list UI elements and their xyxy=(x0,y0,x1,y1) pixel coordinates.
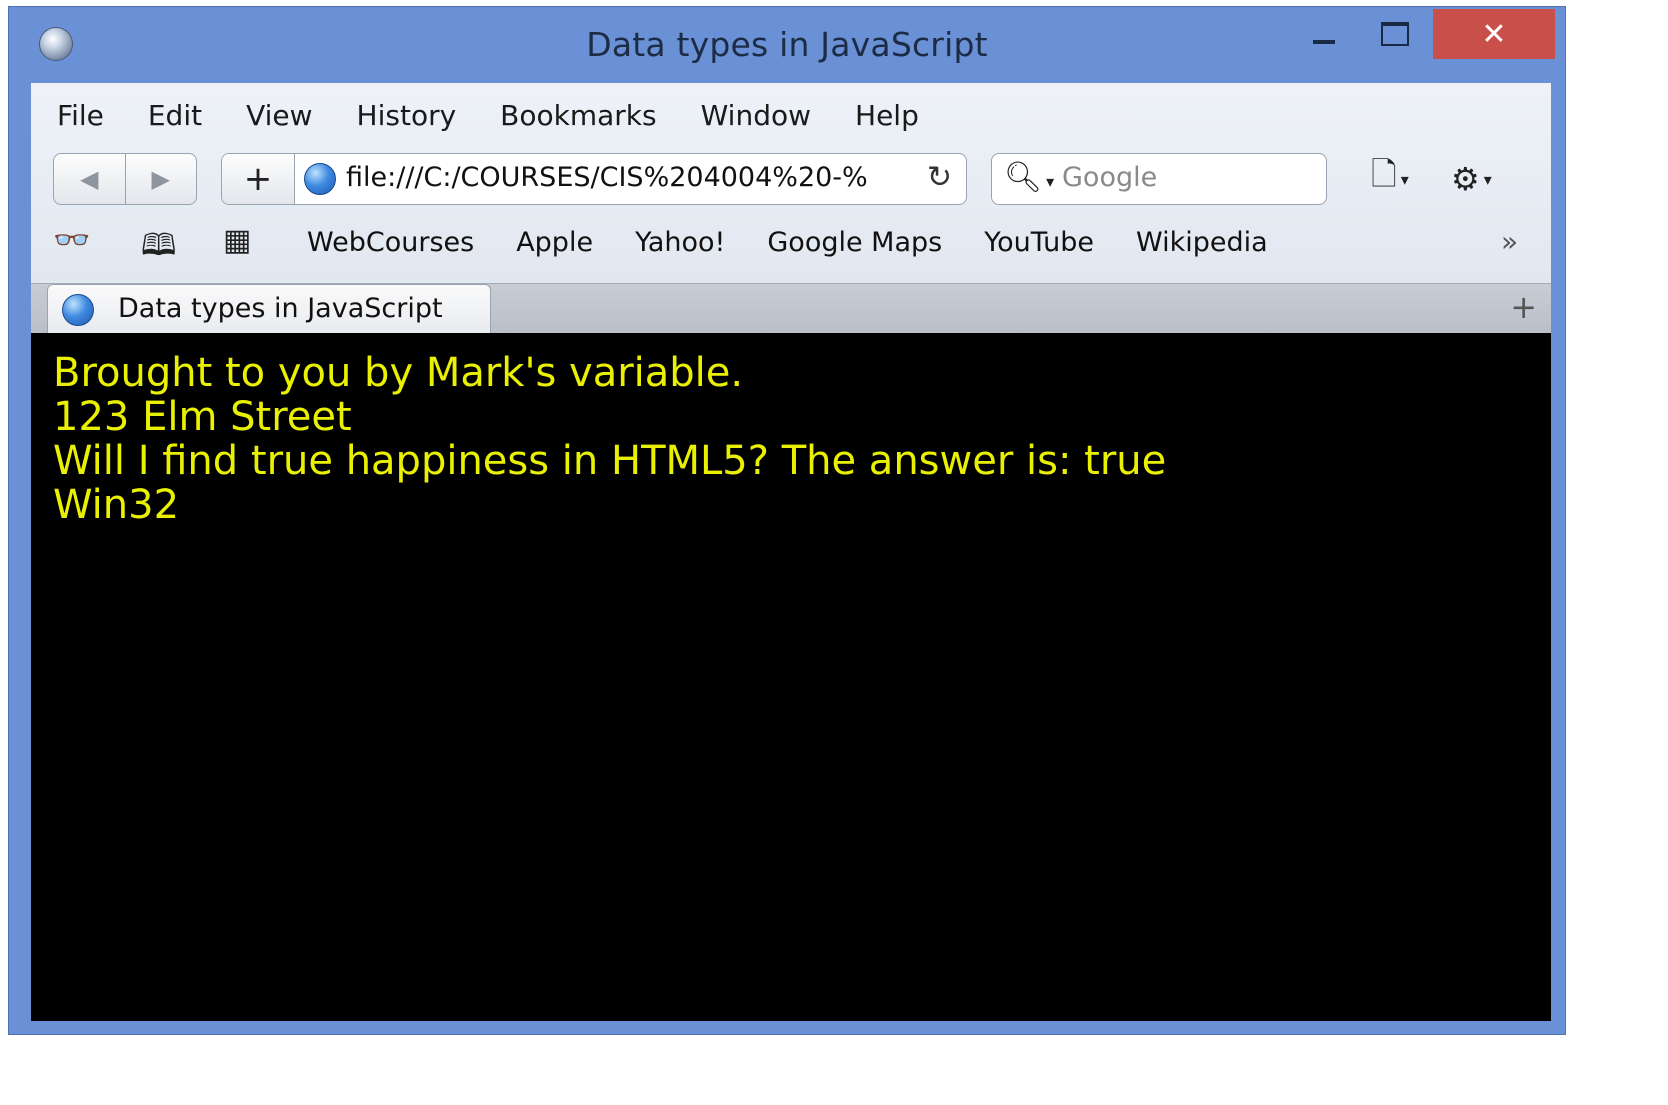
bookmark-links: WebCourses Apple Yahoo! Google Maps YouT… xyxy=(307,227,1310,258)
content-line: Will I find true happiness in HTML5? The… xyxy=(53,438,1167,484)
title-bar[interactable]: Data types in JavaScript ✕ xyxy=(9,7,1565,83)
menu-history[interactable]: History xyxy=(357,99,457,132)
bookmarks-overflow-button[interactable]: » xyxy=(1501,225,1518,258)
bookmarks-bar: 👓 🕮 ▦ WebCourses Apple Yahoo! Google Map… xyxy=(31,219,1551,269)
forward-button[interactable]: ▶ xyxy=(124,154,197,204)
tab-bar: Data types in JavaScript + xyxy=(31,283,1551,334)
maximize-button[interactable] xyxy=(1359,9,1431,59)
menu-file[interactable]: File xyxy=(57,99,104,132)
browser-chrome: File Edit View History Bookmarks Window … xyxy=(31,83,1551,334)
navigation-toolbar: ◀ ▶ + file:///C:/COURSES/CIS%204004%20-%… xyxy=(31,151,1551,213)
reading-list-icon[interactable]: 👓 xyxy=(53,223,90,258)
menu-view[interactable]: View xyxy=(246,99,312,132)
settings-button[interactable]: ⚙ ▾ xyxy=(1451,153,1492,205)
book-icon[interactable]: 🕮 xyxy=(141,223,176,274)
globe-icon xyxy=(62,294,94,326)
globe-icon xyxy=(304,163,336,195)
page-menu-button[interactable]: 🗋 ▾ xyxy=(1371,153,1409,205)
back-button[interactable]: ◀ xyxy=(54,154,125,204)
bookmark-youtube[interactable]: YouTube xyxy=(984,227,1094,258)
reload-icon[interactable]: ↻ xyxy=(927,160,952,195)
bookmark-yahoo[interactable]: Yahoo! xyxy=(635,227,725,258)
add-bookmark-button[interactable]: + xyxy=(222,154,295,204)
bookmark-google-maps[interactable]: Google Maps xyxy=(767,227,942,258)
close-button[interactable]: ✕ xyxy=(1433,9,1555,59)
bookmark-apple[interactable]: Apple xyxy=(516,227,593,258)
url-field[interactable]: file:///C:/COURSES/CIS%204004%20-% xyxy=(346,162,906,193)
grid-icon[interactable]: ▦ xyxy=(223,223,251,258)
tab-title: Data types in JavaScript xyxy=(118,293,443,324)
search-box[interactable]: 🔍︎ ▾ xyxy=(991,153,1327,205)
bookmark-wikipedia[interactable]: Wikipedia xyxy=(1136,227,1268,258)
menu-help[interactable]: Help xyxy=(855,99,919,132)
back-forward-group: ◀ ▶ xyxy=(53,153,197,205)
minimize-button[interactable] xyxy=(1289,9,1359,59)
browser-window: Data types in JavaScript ✕ File Edit Vie… xyxy=(8,6,1566,1035)
page-content: Brought to you by Mark's variable. 123 E… xyxy=(31,333,1551,1021)
search-icon[interactable]: 🔍︎ ▾ xyxy=(1004,160,1054,195)
menu-edit[interactable]: Edit xyxy=(148,99,202,132)
content-line: Brought to you by Mark's variable. xyxy=(53,350,744,396)
bookmark-webcourses[interactable]: WebCourses xyxy=(307,227,474,258)
search-input[interactable] xyxy=(1062,162,1312,193)
chevron-down-icon: ▾ xyxy=(1483,169,1492,189)
gear-icon: ⚙ xyxy=(1451,160,1480,198)
minimize-icon xyxy=(1313,40,1335,44)
page-menu-icon: 🗋 xyxy=(1371,155,1397,193)
content-line: 123 Elm Street xyxy=(53,394,352,440)
maximize-icon xyxy=(1381,22,1409,46)
chevron-down-icon: ▾ xyxy=(1400,169,1409,189)
menu-bar: File Edit View History Bookmarks Window … xyxy=(31,83,1551,147)
tab-data-types[interactable]: Data types in JavaScript xyxy=(47,284,491,334)
new-tab-button[interactable]: + xyxy=(1510,288,1537,326)
menu-bookmarks[interactable]: Bookmarks xyxy=(500,99,656,132)
content-line: Win32 xyxy=(53,482,180,528)
address-bar[interactable]: + file:///C:/COURSES/CIS%204004%20-% ↻ xyxy=(221,153,967,205)
menu-window[interactable]: Window xyxy=(701,99,811,132)
